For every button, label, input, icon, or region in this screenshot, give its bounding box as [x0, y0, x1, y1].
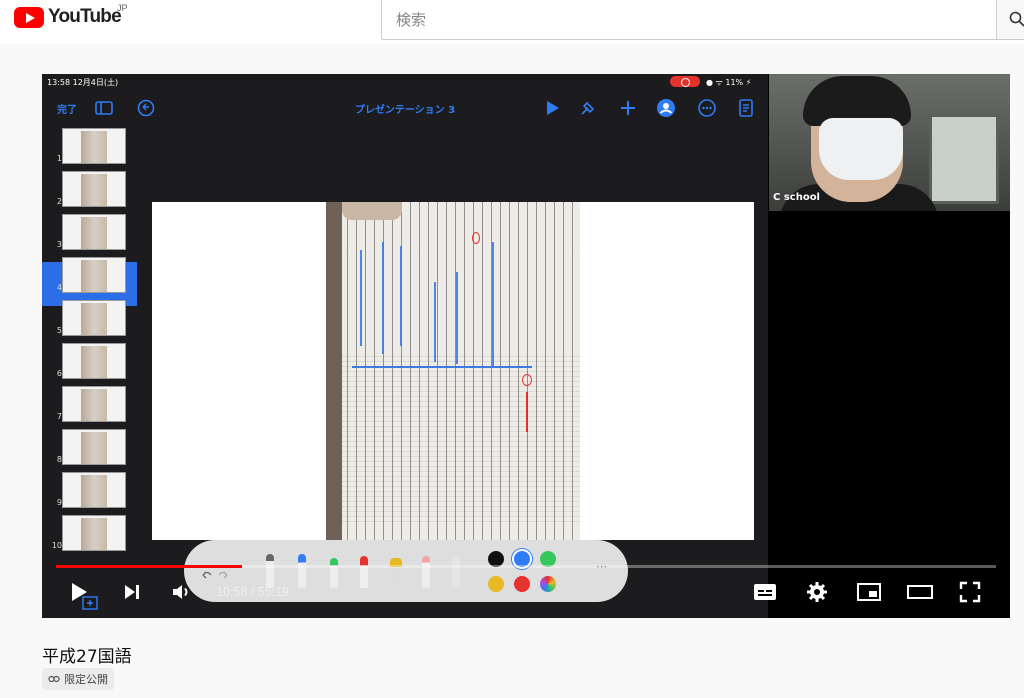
search-placeholder: 検索 [396, 11, 427, 29]
blue-annotation [434, 282, 436, 362]
play-slideshow-icon [547, 101, 559, 115]
slide-thumbnail [62, 257, 126, 293]
blue-annotation [360, 250, 362, 346]
visibility-label: 限定公開 [64, 673, 108, 686]
slide-number: 4 [56, 283, 62, 292]
slide-thumbnail [62, 300, 126, 336]
settings-gear-icon[interactable] [805, 580, 829, 604]
slide-thumbnail [62, 429, 126, 465]
visibility-badge: 限定公開 [42, 668, 114, 690]
book-text-lower [342, 352, 580, 522]
slide-number: 5 [56, 326, 62, 335]
slide-thumbnail [62, 515, 126, 551]
subtitles-button[interactable] [752, 580, 778, 604]
blue-annotation [352, 366, 532, 368]
slide-thumbnail [62, 472, 126, 508]
slide-number: 7 [56, 412, 62, 421]
webcam-feed: C school [769, 74, 1010, 211]
status-time: 13:58 12月4日(土) [47, 78, 119, 87]
document-icon [739, 99, 753, 117]
blue-annotation [456, 272, 458, 364]
keynote-toolbar: 完了 プレゼンテーション 3 [42, 90, 768, 126]
brush-icon [581, 101, 595, 115]
progress-played [56, 565, 243, 568]
current-time: 10:58 [216, 585, 248, 599]
slide-thumbnail [62, 386, 126, 422]
participant-name: C school [773, 192, 820, 203]
miniplayer-button[interactable] [856, 580, 882, 604]
youtube-logo[interactable]: YouTube [14, 6, 122, 28]
ipad-status-bar: 13:58 12月4日(土) ● ᯤ 11% ⚡ [42, 74, 768, 90]
slide-number: 2 [56, 197, 62, 206]
blue-annotation [400, 246, 402, 346]
ipad-screen: 13:58 12月4日(土) ● ᯤ 11% ⚡ 完了 プレゼンテーション 3 [42, 74, 768, 618]
red-circle-annotation [472, 232, 480, 244]
background-window [929, 114, 999, 204]
slide-number: 6 [56, 369, 62, 378]
status-right: ● ᯤ 11% ⚡ [706, 78, 752, 87]
slide-navigator: 1 2 3 4 5 6 7 8 9 10 [42, 126, 138, 618]
more-icon [698, 99, 716, 117]
total-time: 55:19 [257, 585, 289, 599]
player-controls: 10:58 / 55:19 [42, 574, 1010, 614]
textbook-photo [326, 202, 580, 540]
red-annotation [526, 392, 528, 432]
search-icon [1009, 11, 1024, 27]
logo-text: YouTube [48, 6, 122, 27]
plus-icon [621, 101, 635, 115]
slide-number: 3 [56, 240, 62, 249]
search-button[interactable] [996, 0, 1024, 40]
red-circle-annotation [522, 374, 532, 386]
search-input[interactable]: 検索 [381, 0, 1001, 40]
slide-thumbnail [62, 128, 126, 164]
next-button[interactable] [120, 580, 144, 604]
theater-mode-button[interactable] [906, 580, 934, 604]
slide-thumbnail [62, 171, 126, 207]
youtube-play-icon [14, 6, 44, 28]
slide-thumbnail [62, 343, 126, 379]
collaborate-icon [657, 99, 675, 117]
slide-thumbnail [62, 214, 126, 250]
blue-annotation [382, 242, 384, 354]
region-code: JP [117, 3, 128, 13]
fullscreen-button[interactable] [958, 580, 982, 604]
finger [342, 202, 402, 220]
progress-bar[interactable] [56, 565, 996, 568]
slide-number: 8 [56, 455, 62, 464]
time-display: 10:58 / 55:19 [216, 585, 289, 599]
video-title: 平成27国語 [42, 647, 132, 667]
face-mask [819, 118, 903, 180]
blue-annotation [492, 242, 494, 366]
slide-number: 1 [56, 154, 62, 163]
time-separator: / [247, 585, 258, 599]
video-player[interactable]: 13:58 12月4日(土) ● ᯤ 11% ⚡ 完了 プレゼンテーション 3 [42, 74, 1010, 618]
book-edge [326, 202, 342, 540]
link-icon [48, 675, 60, 683]
recording-indicator-icon [670, 76, 700, 87]
slide-canvas [152, 202, 754, 540]
play-button[interactable] [68, 580, 90, 604]
masthead: YouTube JP 検索 [0, 0, 1024, 44]
slide-number: 10 [51, 541, 62, 550]
volume-button[interactable] [170, 580, 194, 604]
slide-number: 9 [56, 498, 62, 507]
